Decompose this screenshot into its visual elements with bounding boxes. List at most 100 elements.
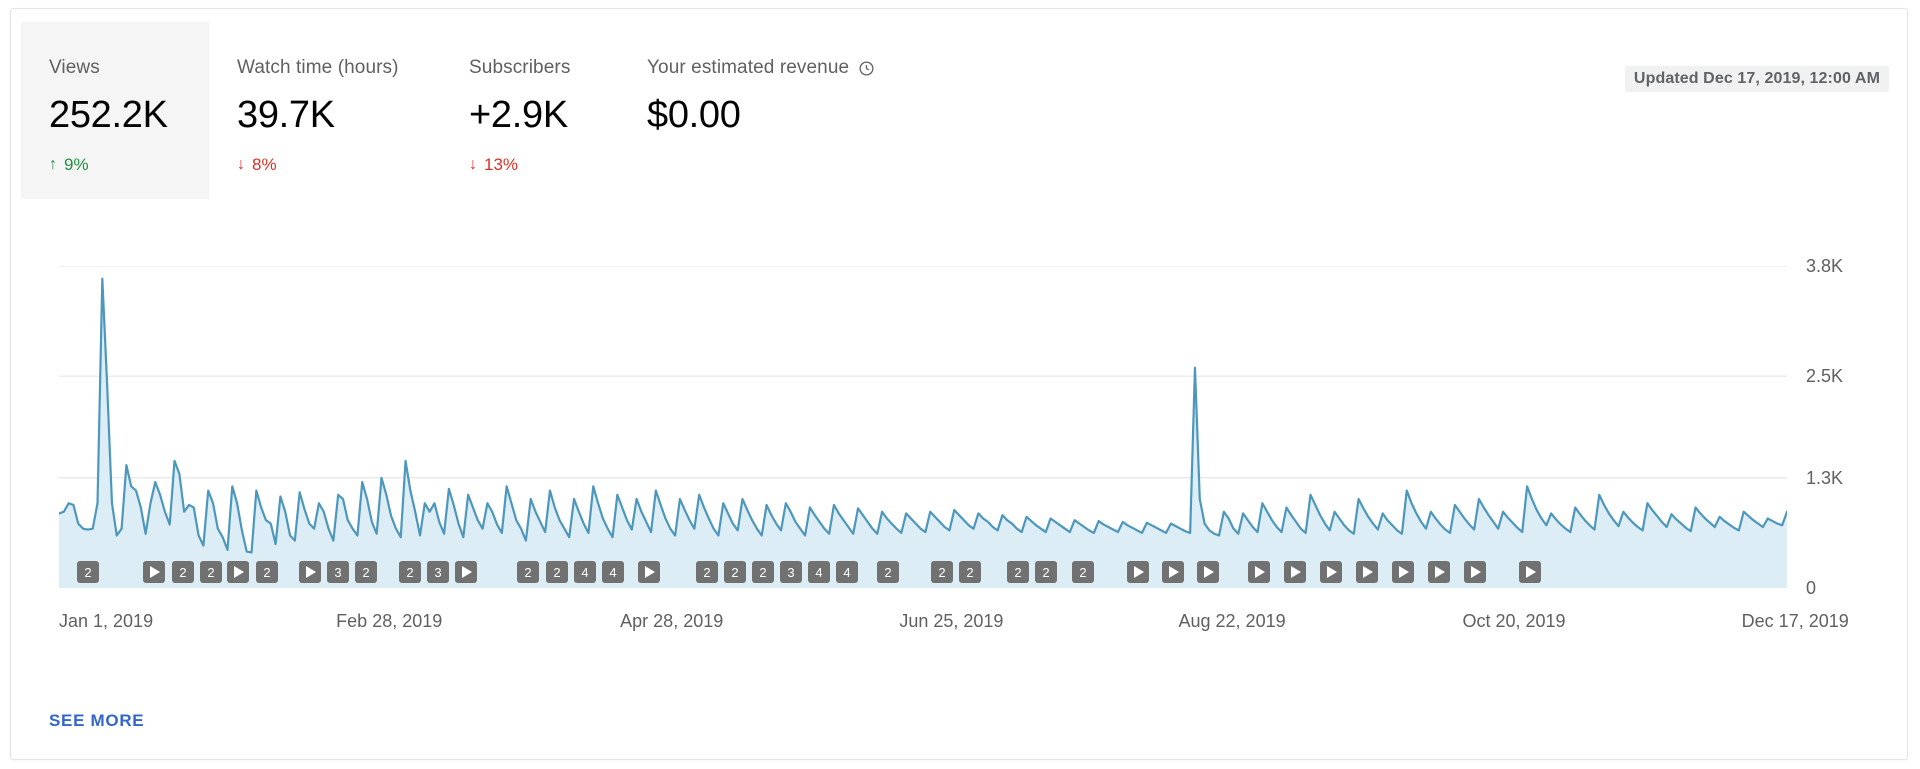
metric-label: Your estimated revenue <box>647 57 919 79</box>
video-count-label: 2 <box>759 564 767 580</box>
video-count-chip[interactable]: 2 <box>931 561 953 583</box>
video-count-chip[interactable]: 4 <box>602 561 624 583</box>
metric-label-text: Views <box>49 57 100 78</box>
arrow-down-icon: ↓ <box>237 156 245 173</box>
metric-card-views[interactable]: Views 252.2K ↑ 9% <box>21 22 209 199</box>
arrow-up-icon: ↑ <box>49 156 57 173</box>
x-axis-tick: Jun 25, 2019 <box>899 611 1004 631</box>
metric-card-subscribers[interactable]: Subscribers +2.9K ↓ 13% <box>441 22 619 199</box>
metric-value: +2.9K <box>469 94 568 136</box>
video-count-label: 4 <box>609 564 617 580</box>
see-more-link[interactable]: SEE MORE <box>49 711 144 731</box>
metric-value: 39.7K <box>237 94 335 136</box>
video-marker-row[interactable]: 2 2 2 2 3 2 2 3 2 2 4 4 2 2 2 3 4 4 2 2 2 2 2 2 <box>59 561 1787 591</box>
video-count-chip[interactable]: 2 <box>1007 561 1029 583</box>
play-triangle-icon <box>1399 566 1409 578</box>
play-icon[interactable] <box>143 561 165 583</box>
y-axis-labels: 3.8K 2.5K 1.3K 0 <box>1806 254 1920 604</box>
play-triangle-icon <box>1255 566 1265 578</box>
x-axis-tick: Apr 28, 2019 <box>620 611 724 631</box>
video-count-chip[interactable]: 4 <box>808 561 830 583</box>
video-count-label: 3 <box>434 564 442 580</box>
play-triangle-icon <box>150 566 160 578</box>
play-triangle-icon <box>1204 566 1214 578</box>
clock-icon[interactable] <box>858 60 875 77</box>
video-count-chip[interactable]: 2 <box>877 561 899 583</box>
video-count-label: 2 <box>263 564 271 580</box>
play-triangle-icon <box>1291 566 1301 578</box>
metric-card-your-estimated-revenue[interactable]: Your estimated revenue $0.00 <box>619 22 919 199</box>
video-count-label: 2 <box>703 564 711 580</box>
video-count-chip[interactable]: 2 <box>546 561 568 583</box>
play-icon[interactable] <box>1320 561 1342 583</box>
video-count-chip[interactable]: 3 <box>780 561 802 583</box>
video-count-chip[interactable]: 2 <box>256 561 278 583</box>
metric-delta-value: 9% <box>64 155 89 174</box>
play-icon[interactable] <box>1464 561 1486 583</box>
play-triangle-icon <box>1134 566 1144 578</box>
video-count-chip[interactable]: 2 <box>399 561 421 583</box>
play-triangle-icon <box>306 566 316 578</box>
video-count-label: 2 <box>884 564 892 580</box>
arrow-down-icon: ↓ <box>469 156 477 173</box>
play-icon[interactable] <box>1392 561 1414 583</box>
play-icon[interactable] <box>455 561 477 583</box>
video-count-chip[interactable]: 3 <box>427 561 449 583</box>
x-axis-tick: Oct 20, 2019 <box>1462 611 1566 631</box>
play-icon[interactable] <box>1197 561 1219 583</box>
metric-label-text: Your estimated revenue <box>647 57 850 78</box>
video-count-label: 2 <box>938 564 946 580</box>
x-axis-tick: Jan 1, 2019 <box>59 611 154 631</box>
video-count-label: 2 <box>524 564 532 580</box>
video-count-chip[interactable]: 4 <box>574 561 596 583</box>
x-axis-tick: Dec 17, 2019 <box>1741 611 1849 631</box>
metric-card-row: Views 252.2K ↑ 9% Watch time (hours) 39.7K ↓ 8%… <box>11 9 1907 199</box>
play-icon[interactable] <box>1284 561 1306 583</box>
views-chart: 3.8K 2.5K 1.3K 0 2 2 2 2 3 2 2 3 2 2 4 4 2 2 2 3 4 4 2 2 2 2 2 2 J… <box>11 199 1907 759</box>
play-icon[interactable] <box>638 561 660 583</box>
chart-svg <box>59 266 1787 588</box>
play-triangle-icon <box>1327 566 1337 578</box>
video-count-chip[interactable]: 2 <box>517 561 539 583</box>
video-count-label: 2 <box>731 564 739 580</box>
metric-delta-value: 13% <box>484 155 519 174</box>
metric-card-watch-time-hours[interactable]: Watch time (hours) 39.7K ↓ 8% <box>209 22 441 199</box>
video-count-chip[interactable]: 2 <box>724 561 746 583</box>
play-icon[interactable] <box>1162 561 1184 583</box>
x-axis-tick: Aug 22, 2019 <box>1178 611 1286 631</box>
video-count-label: 4 <box>815 564 823 580</box>
video-count-chip[interactable]: 4 <box>836 561 858 583</box>
video-count-chip[interactable]: 2 <box>77 561 99 583</box>
video-count-chip[interactable]: 2 <box>1072 561 1094 583</box>
play-icon[interactable] <box>227 561 249 583</box>
play-icon[interactable] <box>1519 561 1541 583</box>
play-icon[interactable] <box>299 561 321 583</box>
metric-label: Watch time (hours) <box>237 57 441 79</box>
metric-delta: ↓ 13% <box>469 155 619 175</box>
video-count-chip[interactable]: 3 <box>327 561 349 583</box>
video-count-chip[interactable]: 2 <box>200 561 222 583</box>
metric-delta: ↓ 8% <box>237 155 441 175</box>
video-count-chip[interactable]: 2 <box>172 561 194 583</box>
video-count-label: 2 <box>362 564 370 580</box>
play-triangle-icon <box>1363 566 1373 578</box>
video-count-chip[interactable]: 2 <box>752 561 774 583</box>
video-count-label: 4 <box>581 564 589 580</box>
video-count-chip[interactable]: 2 <box>959 561 981 583</box>
play-triangle-icon <box>645 566 655 578</box>
video-count-chip[interactable]: 2 <box>696 561 718 583</box>
metric-label-text: Subscribers <box>469 57 571 78</box>
video-count-label: 2 <box>1042 564 1050 580</box>
metric-value: $0.00 <box>647 94 741 136</box>
analytics-overview-card: Views 252.2K ↑ 9% Watch time (hours) 39.7K ↓ 8%… <box>10 8 1908 760</box>
play-icon[interactable] <box>1428 561 1450 583</box>
video-count-label: 3 <box>787 564 795 580</box>
video-count-chip[interactable]: 2 <box>1035 561 1057 583</box>
play-icon[interactable] <box>1127 561 1149 583</box>
video-count-chip[interactable]: 2 <box>355 561 377 583</box>
y-axis-tick: 2.5K <box>1806 366 1844 386</box>
y-axis-tick: 1.3K <box>1806 468 1844 488</box>
play-icon[interactable] <box>1356 561 1378 583</box>
chart-plot-area <box>59 266 1787 588</box>
play-icon[interactable] <box>1248 561 1270 583</box>
